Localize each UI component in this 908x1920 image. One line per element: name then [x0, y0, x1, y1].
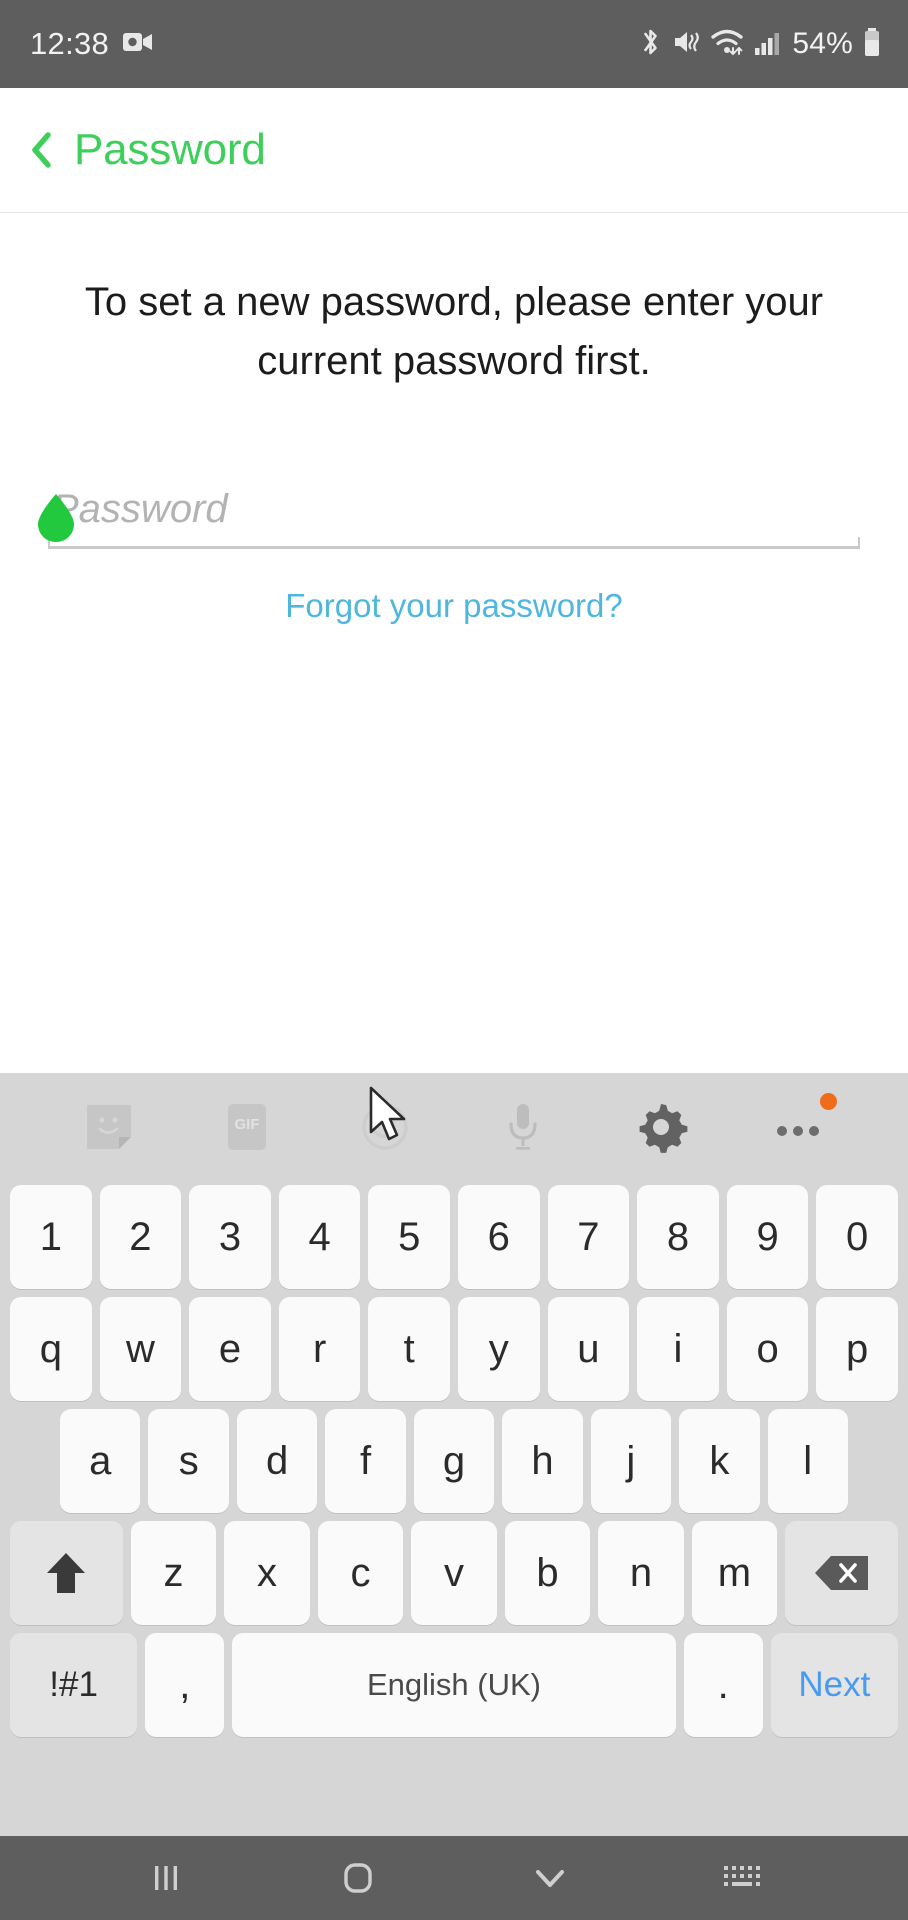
key-o[interactable]: o — [726, 1297, 809, 1401]
back-button[interactable] — [28, 130, 54, 170]
keyboard-row-bottom: z x c v b n m — [6, 1517, 902, 1629]
key-w[interactable]: w — [99, 1297, 182, 1401]
key-l[interactable]: l — [767, 1409, 848, 1513]
key-6[interactable]: 6 — [458, 1185, 540, 1289]
app-header: Password — [0, 88, 908, 213]
status-bar-left: 12:38 — [30, 26, 153, 62]
keyboard-toolbar: GIF — [0, 1073, 908, 1181]
phone-screen: 12:38 54% Password To set a new password… — [0, 0, 908, 1920]
android-navigation-bar — [0, 1836, 908, 1920]
recents-button[interactable] — [129, 1847, 203, 1909]
page-title: Password — [74, 125, 266, 174]
forgot-password-link[interactable]: Forgot your password? — [0, 587, 908, 625]
key-d[interactable]: d — [236, 1409, 318, 1513]
symbols-key[interactable]: !#1 — [10, 1633, 138, 1737]
mute-vibrate-icon — [672, 26, 702, 63]
keyboard-key-rows: 1 2 3 4 5 6 7 8 9 0 q w e r t y u i o p … — [0, 1181, 908, 1741]
dismiss-keyboard-button[interactable] — [513, 1847, 587, 1909]
wifi-icon — [711, 26, 745, 63]
gear-icon[interactable] — [629, 1095, 693, 1159]
key-1[interactable]: 1 — [10, 1185, 92, 1289]
password-input[interactable] — [48, 486, 860, 546]
instruction-text: To set a new password, please enter your… — [84, 280, 824, 383]
chevron-left-icon — [32, 132, 51, 168]
battery-percent-label: 54% — [792, 27, 853, 60]
shift-arrow-up-icon — [44, 1549, 88, 1597]
key-b[interactable]: b — [504, 1521, 591, 1625]
key-q[interactable]: q — [10, 1297, 92, 1401]
password-field-underline — [48, 536, 860, 549]
key-v[interactable]: v — [411, 1521, 497, 1625]
key-3[interactable]: 3 — [189, 1185, 271, 1289]
password-field-group — [38, 486, 860, 549]
key-k[interactable]: k — [679, 1409, 760, 1513]
key-8[interactable]: 8 — [637, 1185, 719, 1289]
home-icon — [344, 1863, 372, 1893]
emoji-icon[interactable] — [353, 1095, 417, 1159]
gif-icon[interactable]: GIF — [215, 1095, 279, 1159]
notification-badge-dot — [820, 1093, 837, 1110]
key-0[interactable]: 0 — [816, 1185, 898, 1289]
key-e[interactable]: e — [189, 1297, 271, 1401]
keyboard-row-space: !#1 , English (UK) . Next — [6, 1629, 902, 1741]
key-9[interactable]: 9 — [726, 1185, 809, 1289]
home-button[interactable] — [321, 1847, 395, 1909]
keyboard-switch-button[interactable] — [705, 1847, 779, 1909]
period-key[interactable]: . — [683, 1633, 763, 1737]
key-j[interactable]: j — [590, 1409, 672, 1513]
screen-record-icon — [123, 31, 153, 58]
main-content: To set a new password, please enter your… — [0, 214, 908, 1073]
key-c[interactable]: c — [317, 1521, 404, 1625]
status-bar-right: 54% — [638, 26, 882, 63]
key-y[interactable]: y — [458, 1297, 540, 1401]
backspace-key[interactable] — [785, 1521, 899, 1625]
recents-icon — [155, 1866, 177, 1890]
key-z[interactable]: z — [130, 1521, 217, 1625]
next-key[interactable]: Next — [770, 1633, 899, 1737]
key-x[interactable]: x — [224, 1521, 310, 1625]
key-r[interactable]: r — [278, 1297, 361, 1401]
key-f[interactable]: f — [325, 1409, 406, 1513]
key-4[interactable]: 4 — [278, 1185, 361, 1289]
keyboard-switch-icon — [724, 1866, 760, 1886]
key-a[interactable]: a — [60, 1409, 141, 1513]
key-2[interactable]: 2 — [99, 1185, 182, 1289]
key-u[interactable]: u — [547, 1297, 630, 1401]
status-bar: 12:38 54% — [0, 0, 908, 88]
shift-key[interactable] — [9, 1521, 123, 1625]
battery-icon — [862, 26, 882, 63]
chevron-down-icon — [536, 1870, 564, 1887]
key-g[interactable]: g — [413, 1409, 495, 1513]
key-h[interactable]: h — [502, 1409, 583, 1513]
keyboard-row-numbers: 1 2 3 4 5 6 7 8 9 0 — [6, 1181, 902, 1293]
microphone-icon[interactable] — [491, 1095, 555, 1159]
keyboard-row-top: q w e r t y u i o p — [6, 1293, 902, 1405]
bluetooth-icon — [638, 26, 663, 63]
key-s[interactable]: s — [148, 1409, 229, 1513]
backspace-icon — [813, 1552, 871, 1594]
cellular-signal-icon — [754, 26, 780, 63]
keyboard-row-home: a s d f g h j k l — [6, 1405, 902, 1517]
svg-text:GIF: GIF — [235, 1116, 260, 1133]
key-7[interactable]: 7 — [547, 1185, 630, 1289]
on-screen-keyboard: GIF 1 2 3 4 5 6 7 8 9 0 q w e r t y u i … — [0, 1073, 908, 1836]
more-options-icon[interactable] — [767, 1093, 837, 1159]
key-p[interactable]: p — [816, 1297, 898, 1401]
space-key[interactable]: English (UK) — [232, 1633, 676, 1737]
key-5[interactable]: 5 — [368, 1185, 450, 1289]
sticker-icon[interactable] — [77, 1095, 141, 1159]
key-t[interactable]: t — [368, 1297, 450, 1401]
comma-key[interactable]: , — [145, 1633, 225, 1737]
key-m[interactable]: m — [691, 1521, 778, 1625]
status-time: 12:38 — [30, 26, 110, 61]
key-i[interactable]: i — [637, 1297, 719, 1401]
key-n[interactable]: n — [598, 1521, 684, 1625]
